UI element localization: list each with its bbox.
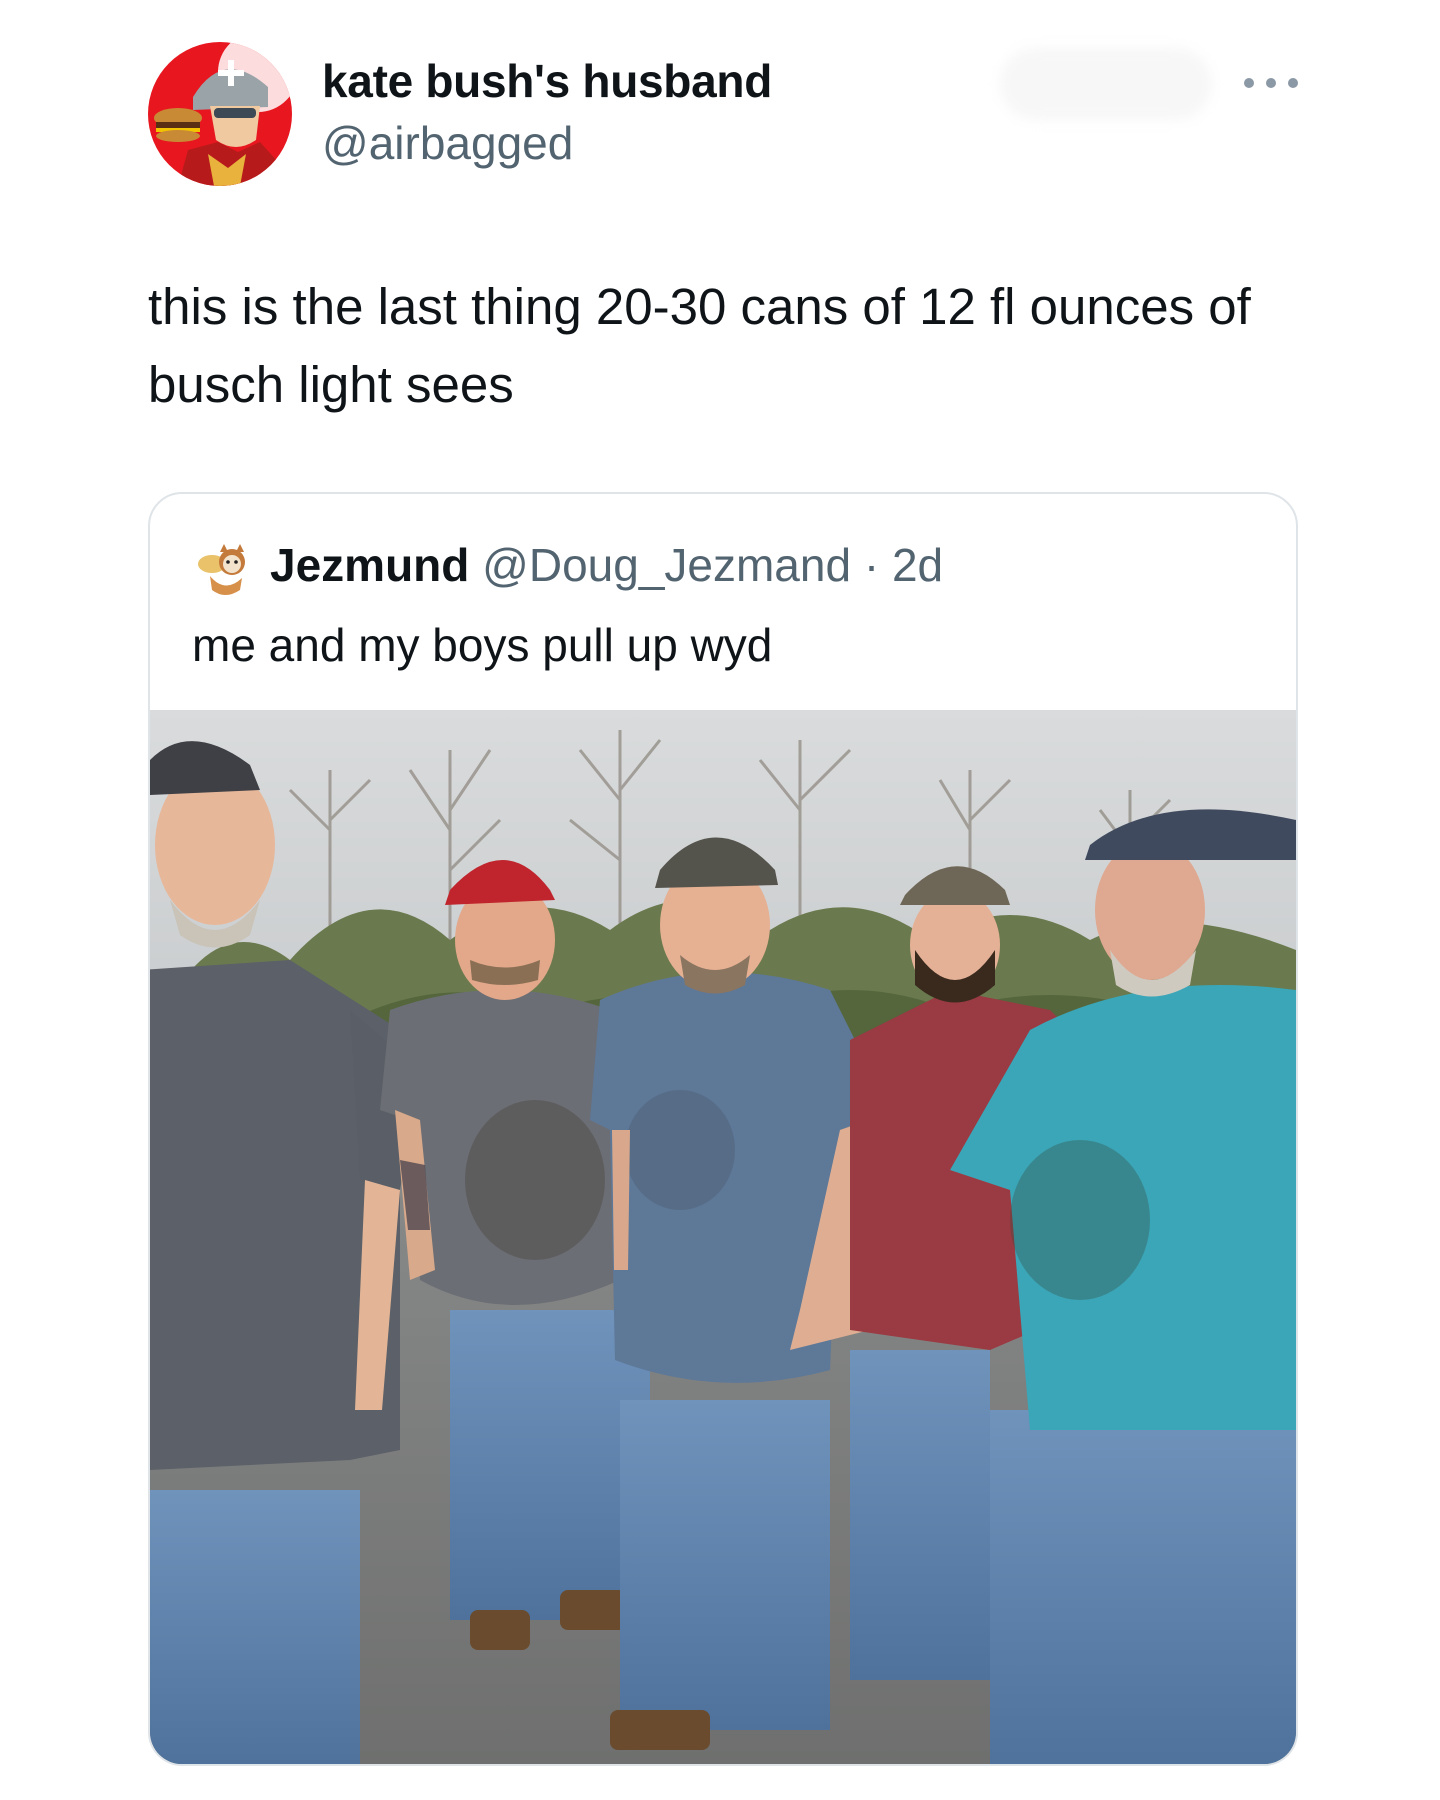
quoted-avatar-icon xyxy=(192,536,258,602)
quoted-author-avatar[interactable] xyxy=(192,536,258,602)
author-handle[interactable]: @airbagged xyxy=(322,116,573,170)
quoted-author-display-name[interactable]: Jezmund xyxy=(270,539,469,591)
blurred-follow-button xyxy=(1000,48,1212,120)
quoted-tweet-header: Jezmund @Doug_Jezmand · 2d xyxy=(270,538,943,592)
author-display-name[interactable]: kate bush's husband xyxy=(322,54,772,108)
header-separator: · xyxy=(863,539,880,591)
more-options-icon[interactable] xyxy=(1244,70,1298,96)
quoted-tweet-card[interactable]: Jezmund @Doug_Jezmand · 2d me and my boy… xyxy=(148,492,1298,1766)
photo-illustration xyxy=(150,710,1296,1764)
profile-avatar-icon xyxy=(148,42,292,186)
quoted-tweet-text: me and my boys pull up wyd xyxy=(192,619,773,671)
profile-avatar[interactable] xyxy=(148,42,292,186)
quoted-author-handle[interactable]: @Doug_Jezmand xyxy=(482,539,851,591)
tweet-text: this is the last thing 20-30 cans of 12 … xyxy=(148,278,1251,413)
quoted-tweet-timestamp[interactable]: 2d xyxy=(892,539,943,591)
quoted-tweet-photo[interactable] xyxy=(150,710,1296,1764)
